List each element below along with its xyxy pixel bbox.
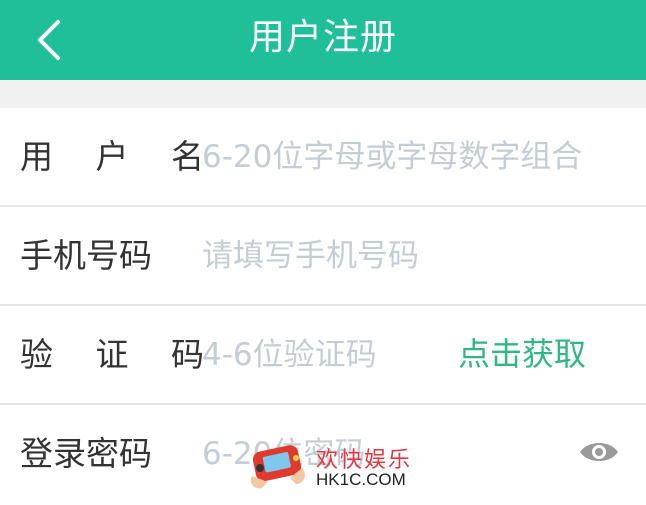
watermark: 欢快娱乐 HK1C.COM bbox=[246, 436, 410, 498]
phone-input[interactable] bbox=[202, 233, 632, 279]
code-label: 验 证 码 bbox=[20, 335, 220, 374]
username-input[interactable] bbox=[202, 134, 632, 180]
page-title: 用户注册 bbox=[248, 17, 397, 58]
username-row: 用 户 名 bbox=[0, 108, 646, 207]
watermark-subtitle: HK1C.COM bbox=[316, 470, 406, 489]
get-code-button[interactable]: 点击获取 bbox=[458, 306, 586, 403]
app-header: 用户注册 bbox=[0, 0, 646, 80]
gamepad-icon bbox=[250, 445, 305, 489]
code-row: 验 证 码 点击获取 bbox=[0, 306, 646, 405]
phone-row: 手机号码 bbox=[0, 207, 646, 306]
username-label: 用 户 名 bbox=[20, 137, 220, 176]
code-input[interactable] bbox=[202, 332, 442, 378]
eye-icon[interactable] bbox=[578, 437, 620, 467]
phone-label: 手机号码 bbox=[20, 236, 152, 275]
password-label: 登录密码 bbox=[20, 434, 152, 473]
